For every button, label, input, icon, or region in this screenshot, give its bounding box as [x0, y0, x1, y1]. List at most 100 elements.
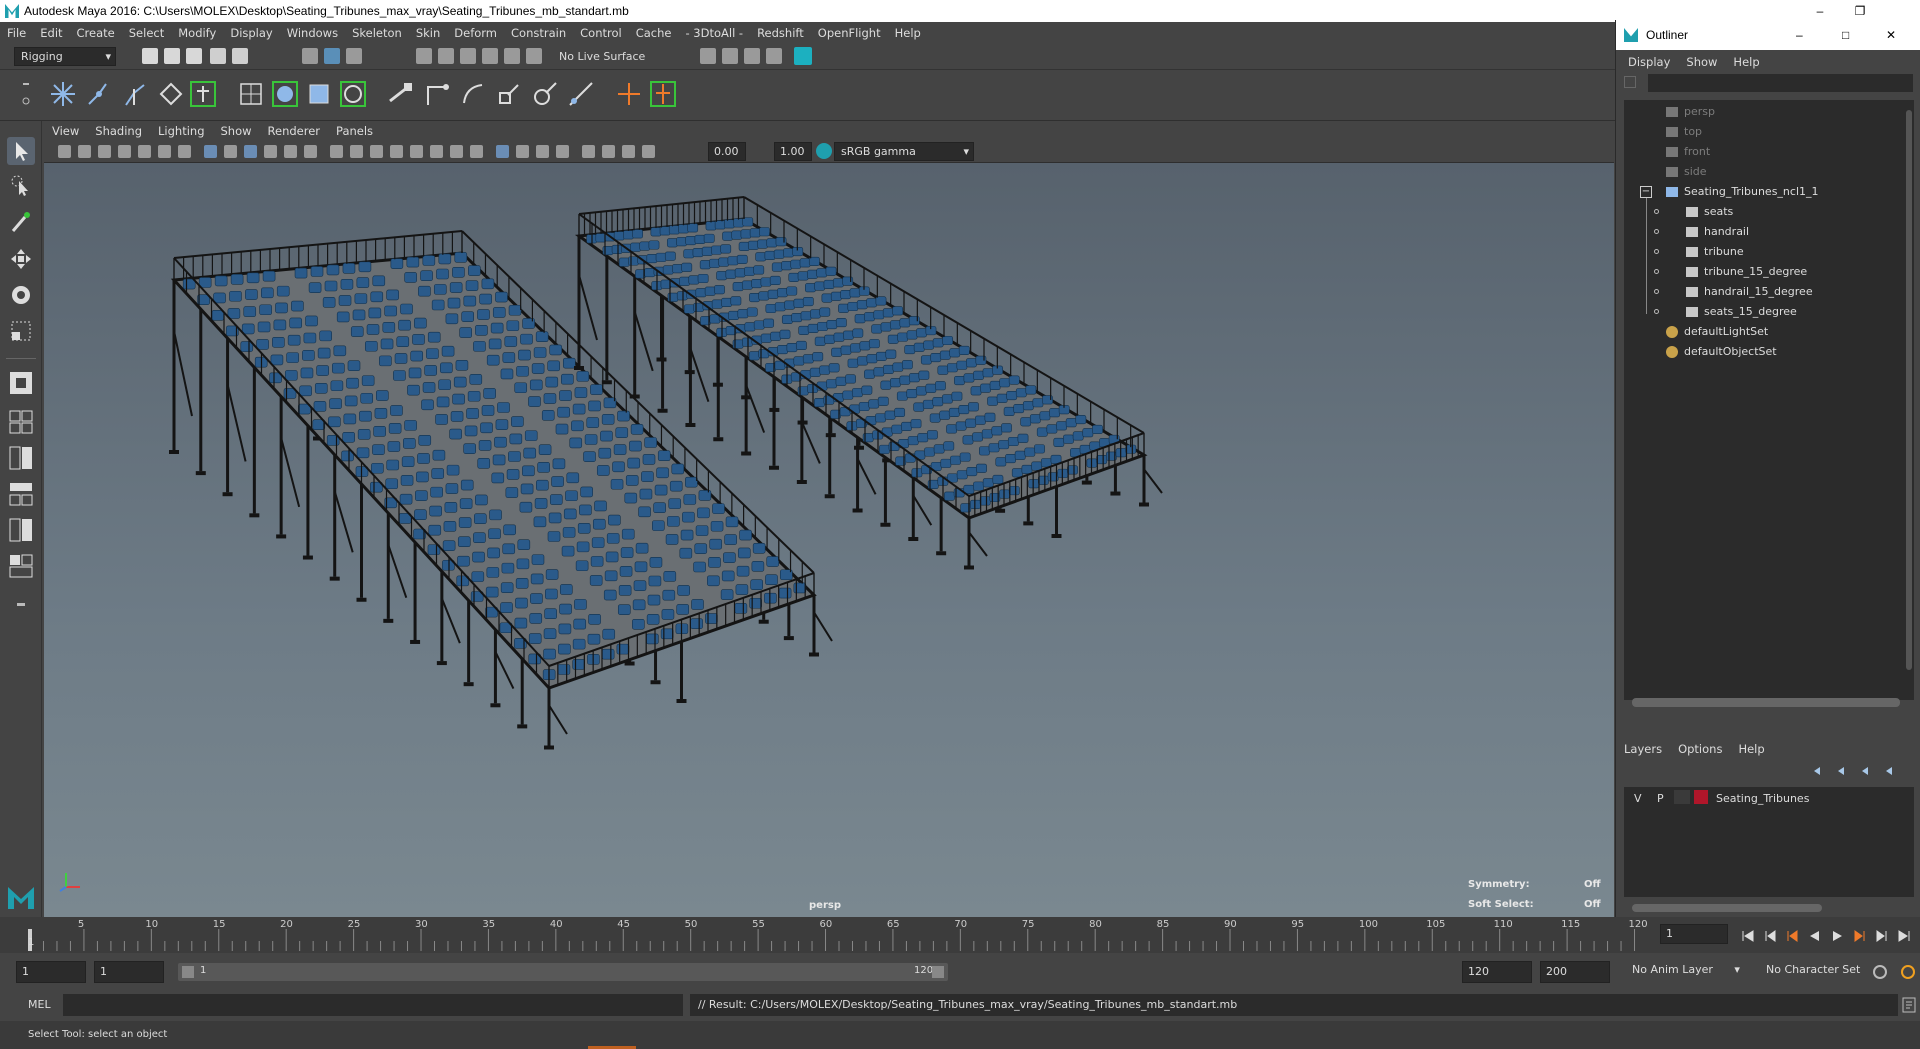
menu-13[interactable]: - 3DtoAll -: [678, 22, 750, 44]
paint-select-icon[interactable]: [7, 209, 35, 237]
grease-pencil-icon[interactable]: [158, 145, 171, 158]
outliner-item-defaultLightSet[interactable]: defaultLightSet: [1666, 322, 1768, 342]
aa-icon[interactable]: [516, 145, 529, 158]
menu-set-dropdown[interactable]: Rigging ▾: [14, 47, 116, 66]
menu-11[interactable]: Control: [573, 22, 629, 44]
snap-view-icon[interactable]: [482, 48, 498, 64]
new-scene-icon[interactable]: [142, 48, 158, 64]
outliner-menu-display[interactable]: Display: [1620, 51, 1678, 73]
layer-move-icons[interactable]: [1812, 764, 1912, 778]
play-forward-icon[interactable]: [1830, 928, 1846, 944]
live-surface-label[interactable]: No Live Surface: [559, 50, 645, 63]
backface-icon[interactable]: [622, 145, 635, 158]
joint-tool-icon[interactable]: [48, 79, 78, 109]
range-start-handle[interactable]: [182, 966, 194, 978]
vertical-scrollbar[interactable]: [1906, 110, 1912, 670]
viewport[interactable]: persp Symmetry: Off Soft Select: Off: [44, 163, 1614, 917]
two-view-layout-icon[interactable]: [7, 444, 35, 472]
menu-16[interactable]: Help: [888, 22, 928, 44]
panel-menu-show[interactable]: Show: [213, 121, 260, 141]
layout-menu-icon[interactable]: [7, 591, 35, 619]
constraint-orient-icon[interactable]: [458, 79, 488, 109]
snap-curve-icon[interactable]: [438, 48, 454, 64]
outliner-item-seats[interactable]: seats: [1686, 202, 1733, 222]
select-hierarchy-icon[interactable]: [302, 48, 318, 64]
anim-layer-dropdown[interactable]: No Anim Layer ▾: [1632, 963, 1740, 976]
panel-menu-panels[interactable]: Panels: [328, 121, 381, 141]
move-tool-icon[interactable]: [7, 245, 35, 273]
collapse-toggle-icon[interactable]: −: [1640, 186, 1652, 198]
menu-3[interactable]: Select: [122, 22, 171, 44]
ipr-render-icon[interactable]: [744, 48, 760, 64]
outliner-menu-show[interactable]: Show: [1678, 51, 1725, 73]
save-scene-icon[interactable]: [186, 48, 202, 64]
menu-15[interactable]: OpenFlight: [811, 22, 888, 44]
hypershade-layout-icon[interactable]: [7, 552, 35, 580]
select-object-icon[interactable]: [324, 48, 340, 64]
layer-playback-toggle[interactable]: P: [1657, 792, 1664, 805]
isolate-select-icon[interactable]: [642, 145, 655, 158]
wireframe-icon[interactable]: [330, 145, 343, 158]
blend-shape-icon[interactable]: [304, 79, 334, 109]
outliner-item-handrail_15_degree[interactable]: handrail_15_degree: [1686, 282, 1813, 302]
layers-menu-options[interactable]: Options: [1678, 742, 1722, 756]
depth-of-field-icon[interactable]: [536, 145, 549, 158]
snap-point-icon[interactable]: [460, 48, 476, 64]
ssao-icon[interactable]: [470, 145, 483, 158]
ik-fk-switch-icon[interactable]: [648, 79, 678, 109]
menu-5[interactable]: Display: [223, 22, 279, 44]
render-settings-icon[interactable]: [766, 48, 782, 64]
constraint-pole-icon[interactable]: [566, 79, 596, 109]
menu-2[interactable]: Create: [70, 22, 122, 44]
constraint-point-icon[interactable]: [422, 79, 452, 109]
default-material-icon[interactable]: [370, 145, 383, 158]
layer-name[interactable]: Seating_Tribunes: [1716, 792, 1809, 805]
cluster-icon[interactable]: [270, 79, 300, 109]
gate-mask-icon[interactable]: [244, 145, 257, 158]
safe-title-icon[interactable]: [304, 145, 317, 158]
current-frame-field[interactable]: 1: [1660, 924, 1728, 944]
scale-tool-icon[interactable]: [7, 317, 35, 345]
time-slider[interactable]: 1 1 5 10 15 20 25 30 35 40 45 50 55 60 65 70 75 80 85 90 9…: [0, 917, 1920, 953]
layer-scrollbar[interactable]: [1632, 904, 1822, 912]
range-slider[interactable]: 1 120: [178, 963, 948, 981]
single-layout-icon[interactable]: [7, 369, 35, 397]
menu-10[interactable]: Constrain: [504, 22, 573, 44]
locator-icon[interactable]: [614, 79, 644, 109]
rotate-tool-icon[interactable]: [7, 281, 35, 309]
layer-type-toggle[interactable]: [1674, 790, 1690, 804]
outliner-item-front[interactable]: front: [1666, 142, 1710, 162]
shadows-icon[interactable]: [450, 145, 463, 158]
filter-icon[interactable]: [1624, 76, 1636, 88]
image-plane-icon[interactable]: [118, 145, 131, 158]
outliner-item-top[interactable]: top: [1666, 122, 1702, 142]
2d-pan-icon[interactable]: [138, 145, 151, 158]
panel-menu-renderer[interactable]: Renderer: [260, 121, 329, 141]
menu-14[interactable]: Redshift: [750, 22, 811, 44]
layer-visibility-toggle[interactable]: V: [1634, 792, 1642, 805]
color-management-icon[interactable]: [816, 143, 832, 159]
step-forward-key-icon[interactable]: [1874, 928, 1890, 944]
select-component-icon[interactable]: [346, 48, 362, 64]
camera-select-icon[interactable]: [58, 145, 71, 158]
outliner-item-seats_15_degree[interactable]: seats_15_degree: [1686, 302, 1797, 322]
snap-grid-icon[interactable]: [416, 48, 432, 64]
select-tool-icon[interactable]: [7, 137, 35, 165]
menu-9[interactable]: Deform: [447, 22, 504, 44]
lasso-tool-icon[interactable]: [7, 173, 35, 201]
redo-icon[interactable]: [232, 48, 248, 64]
scene-start-field[interactable]: 1: [16, 961, 86, 983]
step-forward-frame-icon[interactable]: [1852, 928, 1868, 944]
grid-icon[interactable]: [178, 145, 191, 158]
lighting-icon[interactable]: [430, 145, 443, 158]
outliner-item-group[interactable]: Seating_Tribunes_ncl1_1: [1666, 182, 1819, 202]
menu-12[interactable]: Cache: [629, 22, 679, 44]
motion-blur-icon[interactable]: [496, 145, 509, 158]
outliner-item-side[interactable]: side: [1666, 162, 1707, 182]
restore-icon[interactable]: ❐: [1840, 0, 1880, 22]
anim-prefs-icon[interactable]: [1900, 964, 1916, 980]
paint-weights-icon[interactable]: [188, 79, 218, 109]
menu-0[interactable]: File: [0, 22, 33, 44]
safe-action-icon[interactable]: [284, 145, 297, 158]
panel-menu-shading[interactable]: Shading: [87, 121, 150, 141]
